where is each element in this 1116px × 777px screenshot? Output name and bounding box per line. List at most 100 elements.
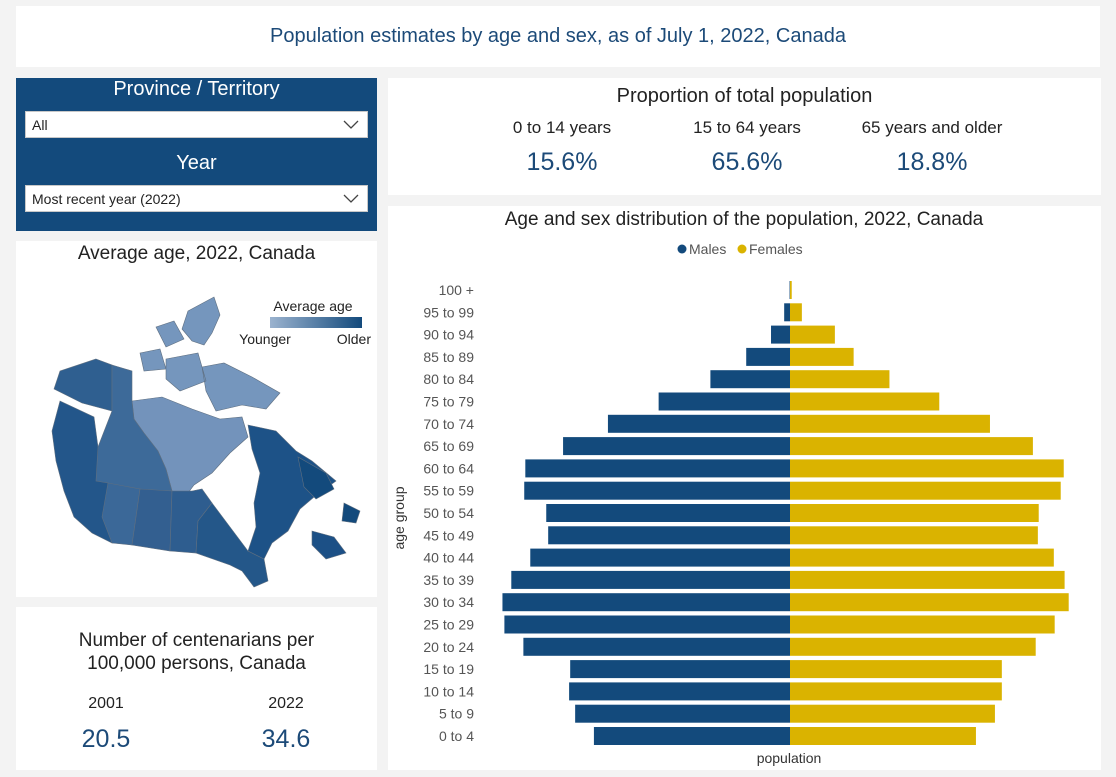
bar-females[interactable] [790,660,1002,679]
centenarians-title-line1: Number of centenarians per [78,630,315,651]
legend-females-label[interactable]: Females [749,241,803,257]
bar-females[interactable] [790,437,1033,456]
y-tick-label: 75 to 79 [423,394,474,410]
centenarians-panel: Number of centenarians per 100,000 perso… [16,607,377,770]
bar-females[interactable] [790,548,1054,567]
centenarians-value-2022: 34.6 [261,725,311,753]
chart-title: Age and sex distribution of the populati… [505,209,984,230]
y-tick-label: 90 to 94 [423,327,474,343]
bar-males[interactable] [746,347,790,366]
y-tick-label: 60 to 64 [423,460,474,476]
bar-females[interactable] [790,325,835,344]
proportion-item-15-64: 15 to 64 years 65.6% [647,118,847,177]
bar-males[interactable] [523,637,790,656]
bar-females[interactable] [790,370,890,389]
proportion-label: 15 to 64 years [693,118,801,137]
proportion-value: 65.6% [711,148,783,176]
proportion-value: 18.8% [896,148,968,176]
y-tick-label: 25 to 29 [423,617,474,633]
bar-males[interactable] [593,727,790,745]
y-axis-label: age group [391,486,407,549]
bar-males[interactable] [575,704,790,723]
y-tick-label: 15 to 19 [423,661,474,677]
bar-males[interactable] [548,526,790,545]
bar-males[interactable] [525,459,790,478]
bar-males[interactable] [530,548,790,567]
legend-males-label[interactable]: Males [689,241,726,257]
centenarians-title-line2: 100,000 persons, Canada [87,653,306,674]
y-tick-label: 65 to 69 [423,438,474,454]
y-tick-label: 50 to 54 [423,505,474,521]
bar-females[interactable] [790,682,1002,701]
bar-males[interactable] [511,570,790,589]
bar-males[interactable] [710,370,790,389]
population-pyramid-chart: Age and sex distribution of the populati… [391,209,1069,766]
province-dropdown[interactable]: All [25,111,368,138]
bar-females[interactable] [790,615,1055,634]
bar-females[interactable] [790,637,1036,656]
year-dropdown[interactable]: Most recent year (2022) [25,185,368,212]
centenarians-year-2022: 2022 [268,695,304,712]
bar-females[interactable] [790,504,1039,522]
centenarians-title: Number of centenarians per 100,000 perso… [16,629,377,675]
legend-title: Average age [273,298,352,314]
chevron-down-icon [343,120,359,129]
year-value: Most recent year (2022) [32,190,181,207]
map-panel: Average age, 2022, Canada Average age Yo… [16,241,377,597]
header-panel: Population estimates by age and sex, as … [16,6,1100,67]
region-newfoundland-labrador[interactable] [297,456,361,524]
bar-males[interactable] [563,437,790,456]
chart-legend: Males Females [677,241,803,257]
pyramid-chart-panel: Age and sex distribution of the populati… [388,206,1101,770]
bar-males[interactable] [658,392,790,411]
bar-females[interactable] [790,570,1065,589]
bar-males[interactable] [607,414,790,433]
proportion-title: Proportion of total population [616,85,873,107]
year-label: Year [176,152,217,174]
y-tick-label: 5 to 9 [439,706,474,722]
y-tick-label: 20 to 24 [423,639,474,655]
proportion-item-65-plus: 65 years and older 18.8% [832,118,1032,177]
proportion-item-0-14: 0 to 14 years 15.6% [462,118,662,177]
filters-panel: Province / Territory All Year Most recen… [16,78,377,231]
y-tick-label: 85 to 89 [423,349,474,365]
bar-females[interactable] [790,347,854,366]
y-tick-label: 30 to 34 [423,594,474,610]
province-label: Province / Territory [113,78,280,100]
y-tick-label: 95 to 99 [423,304,474,320]
bar-females[interactable] [790,481,1061,500]
bar-males[interactable] [546,504,790,522]
legend-high-label: Older [337,331,372,347]
bar-males[interactable] [502,593,790,612]
bar-females[interactable] [790,704,995,723]
y-tick-label: 80 to 84 [423,371,474,387]
y-tick-label: 100 + [439,282,474,298]
region-maritimes[interactable] [311,530,347,560]
region-nunavut-islands[interactable] [139,296,281,412]
legend-females-marker [737,244,747,254]
legend-gradient-bar [270,317,362,328]
bar-females[interactable] [790,526,1038,545]
y-tick-label: 35 to 39 [423,572,474,588]
bar-males[interactable] [524,481,790,500]
bar-females[interactable] [790,727,976,745]
chevron-down-icon [343,194,359,203]
proportion-value: 15.6% [526,148,598,176]
y-tick-label: 55 to 59 [423,483,474,499]
legend-low-label: Younger [239,331,291,347]
bar-males[interactable] [504,615,790,634]
bar-females[interactable] [790,281,792,299]
bar-females[interactable] [790,459,1064,478]
bar-males[interactable] [771,325,790,344]
proportion-label: 0 to 14 years [512,118,612,137]
bar-females[interactable] [790,392,940,411]
proportion-panel: Proportion of total population 0 to 14 y… [388,78,1101,195]
y-tick-label: 45 to 49 [423,527,474,543]
bar-females[interactable] [790,414,990,433]
bar-females[interactable] [790,303,802,322]
bar-males[interactable] [784,303,790,322]
bar-females[interactable] [790,593,1069,612]
bar-males[interactable] [569,682,790,701]
legend-males-marker [677,244,687,254]
bar-males[interactable] [570,660,790,679]
